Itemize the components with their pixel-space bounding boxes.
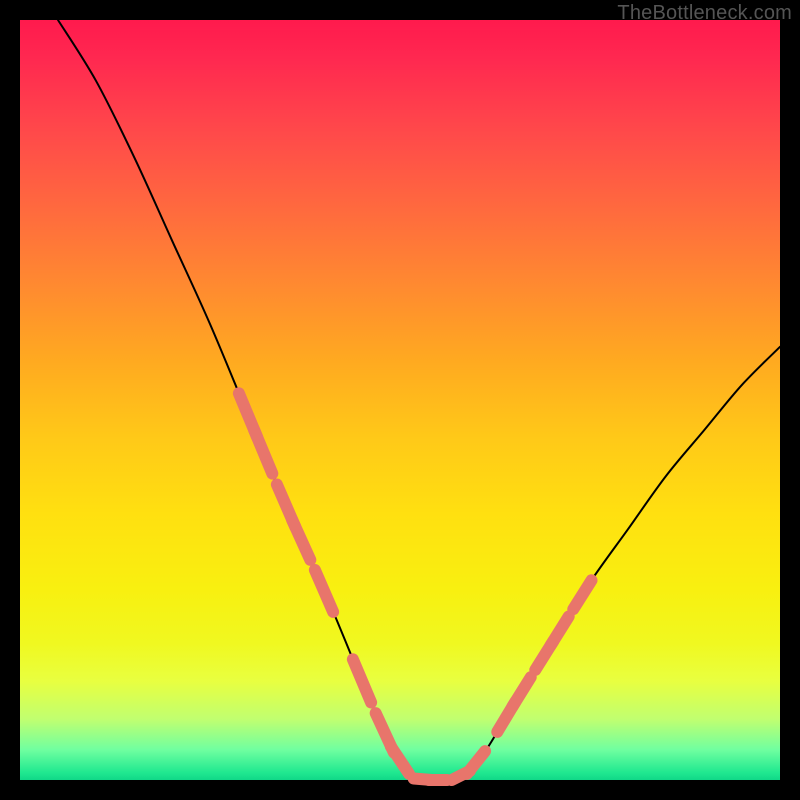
chart-svg: [20, 20, 780, 780]
watermark-text: TheBottleneck.com: [617, 2, 792, 25]
highlight-marker: [254, 430, 272, 474]
highlight-marker: [573, 580, 591, 609]
chart-plot-area: [20, 20, 780, 780]
highlight-marker: [550, 616, 568, 645]
highlight-markers: [239, 393, 592, 780]
highlight-marker: [467, 751, 485, 774]
bottleneck-curve-line: [58, 20, 780, 781]
highlight-marker: [353, 659, 371, 702]
highlight-marker: [292, 520, 310, 560]
highlight-marker: [391, 747, 409, 774]
highlight-marker: [512, 677, 530, 706]
highlight-marker: [315, 570, 333, 612]
